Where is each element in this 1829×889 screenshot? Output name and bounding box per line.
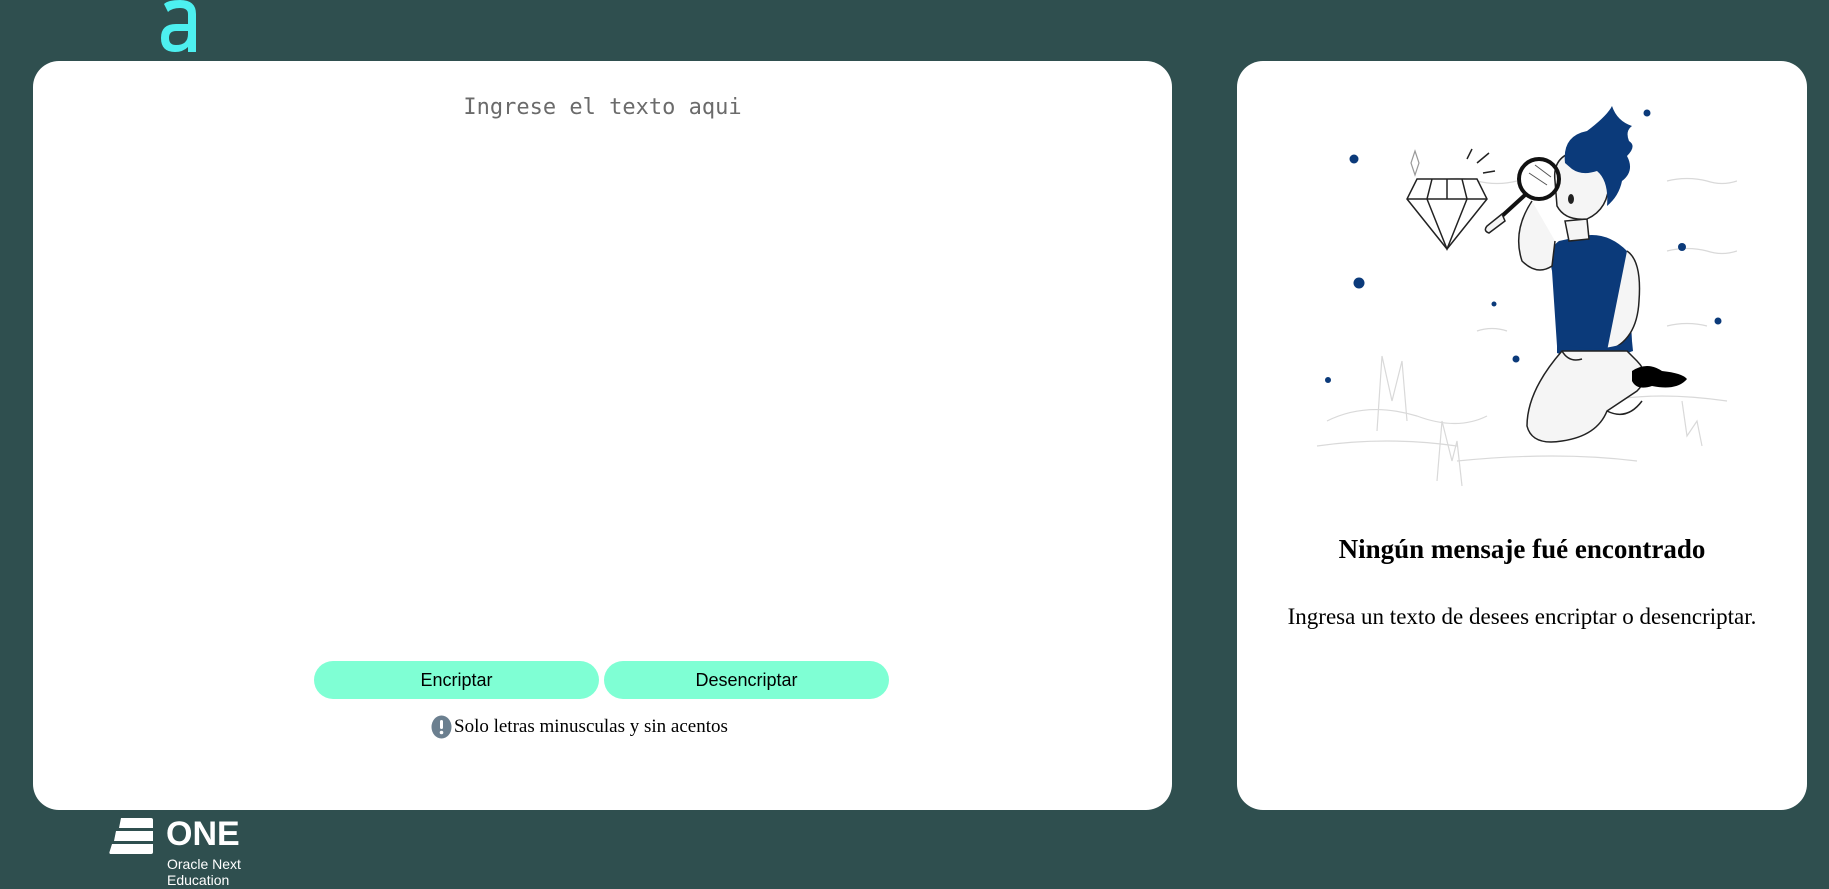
action-buttons: Encriptar Desencriptar bbox=[314, 661, 889, 699]
one-subtitle-line1: Oracle Next bbox=[167, 856, 241, 872]
decrypt-button[interactable]: Desencriptar bbox=[604, 661, 889, 699]
person-with-magnifier-illustration bbox=[1316, 106, 1737, 487]
alura-logo-icon bbox=[161, 0, 196, 52]
encrypt-button[interactable]: Encriptar bbox=[314, 661, 599, 699]
input-hint: Solo letras minusculas y sin acentos bbox=[431, 715, 728, 739]
one-subtitle-line2: Education bbox=[167, 872, 230, 888]
text-input[interactable] bbox=[73, 95, 1132, 655]
output-panel: Ningún mensaje fué encontrado Ingresa un… bbox=[1237, 61, 1807, 810]
oracle-next-education-logo: ONE Oracle Next Education bbox=[109, 815, 259, 889]
no-message-title: Ningún mensaje fué encontrado bbox=[1338, 534, 1706, 564]
no-message-description: Ingresa un texto de desees encriptar o d… bbox=[1287, 604, 1757, 629]
editor-panel: Encriptar Desencriptar Solo letras minus… bbox=[33, 61, 1172, 810]
one-stack-icon bbox=[109, 818, 153, 854]
one-brand-text: ONE bbox=[166, 815, 240, 853]
exclamation-circle-icon bbox=[431, 715, 452, 739]
one-subtitle: Oracle Next Education bbox=[167, 856, 267, 888]
hint-text: Solo letras minusculas y sin acentos bbox=[454, 716, 728, 737]
